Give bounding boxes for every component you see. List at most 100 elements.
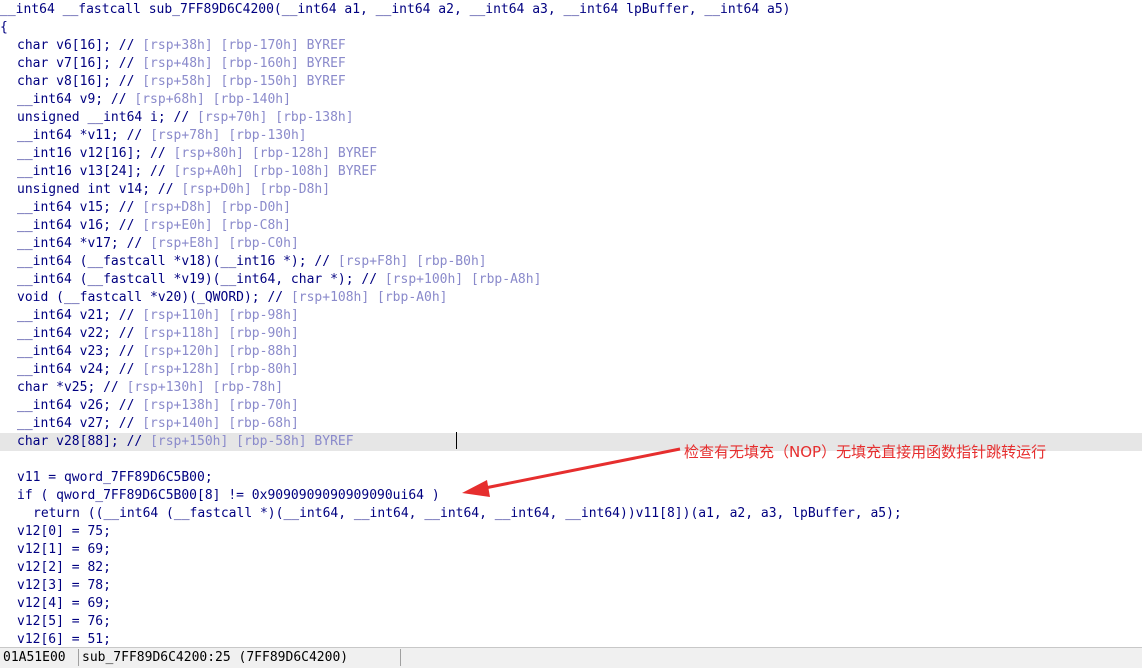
code-comment: [rsp+70h] [rbp-138h] xyxy=(197,110,354,125)
code-text: __int64 v9; // xyxy=(17,92,135,107)
code-text: char v7[16]; // xyxy=(17,56,143,71)
code-comment: [rsp+F8h] [rbp-B0h] xyxy=(337,254,487,269)
code-line[interactable]: v12[3] = 78; xyxy=(0,577,1142,595)
code-text: v12[1] = 69; xyxy=(17,542,111,557)
code-line[interactable]: __int64 (__fastcall *v19)(__int64, char … xyxy=(0,271,1142,289)
code-text: v12[6] = 51; xyxy=(17,632,111,647)
code-comment: [rsp+80h] [rbp-128h] BYREF xyxy=(173,146,378,161)
code-line[interactable]: v12[5] = 76; xyxy=(0,613,1142,631)
code-text: char *v25; // xyxy=(17,380,127,395)
code-text: __int16 v13[24]; // xyxy=(17,164,174,179)
code-text: return ((__int64 (__fastcall *)(__int64,… xyxy=(33,506,902,521)
code-line[interactable]: __int64 v27; // [rsp+140h] [rbp-68h] xyxy=(0,415,1142,433)
code-comment: [rsp+68h] [rbp-140h] xyxy=(134,92,291,107)
code-line[interactable]: __int64 v24; // [rsp+128h] [rbp-80h] xyxy=(0,361,1142,379)
status-bar: 01A51E00 sub_7FF89D6C4200:25 (7FF89D6C42… xyxy=(0,647,1142,668)
code-text: __int64 __fastcall sub_7FF89D6C4200(__in… xyxy=(0,2,791,17)
code-line[interactable]: v12[1] = 69; xyxy=(0,541,1142,559)
code-line[interactable]: char v6[16]; // [rsp+38h] [rbp-170h] BYR… xyxy=(0,37,1142,55)
code-comment: [rsp+D0h] [rbp-D8h] xyxy=(181,182,331,197)
pseudocode-view[interactable]: __int64 __fastcall sub_7FF89D6C4200(__in… xyxy=(0,0,1142,647)
code-line[interactable]: __int64 v23; // [rsp+120h] [rbp-88h] xyxy=(0,343,1142,361)
code-comment: [rsp+78h] [rbp-130h] xyxy=(150,128,307,143)
status-separator xyxy=(78,649,79,666)
code-text: __int64 (__fastcall *v18)(__int16 *); // xyxy=(17,254,338,269)
code-comment: [rsp+A0h] [rbp-108h] BYREF xyxy=(173,164,378,179)
code-line[interactable]: v12[2] = 82; xyxy=(0,559,1142,577)
code-line[interactable]: __int64 __fastcall sub_7FF89D6C4200(__in… xyxy=(0,1,1142,19)
code-text: void (__fastcall *v20)(_QWORD); // xyxy=(17,290,291,305)
code-comment: [rsp+100h] [rbp-A8h] xyxy=(384,272,542,287)
code-line[interactable]: char v7[16]; // [rsp+48h] [rbp-160h] BYR… xyxy=(0,55,1142,73)
code-comment: [rsp+D8h] [rbp-D0h] xyxy=(142,200,291,215)
code-text: char v6[16]; // xyxy=(17,38,143,53)
code-line[interactable]: __int64 *v11; // [rsp+78h] [rbp-130h] xyxy=(0,127,1142,145)
code-line[interactable]: __int64 v15; // [rsp+D8h] [rbp-D0h] xyxy=(0,199,1142,217)
code-text: { xyxy=(0,20,8,35)
code-line[interactable]: v11 = qword_7FF89D6C5B00; xyxy=(0,469,1142,487)
code-text: char v8[16]; // xyxy=(17,74,143,89)
code-line[interactable]: __int64 v22; // [rsp+118h] [rbp-90h] xyxy=(0,325,1142,343)
code-text: __int64 v26; // xyxy=(17,398,143,413)
code-line[interactable]: __int64 v21; // [rsp+110h] [rbp-98h] xyxy=(0,307,1142,325)
code-line[interactable]: __int64 *v17; // [rsp+E8h] [rbp-C0h] xyxy=(0,235,1142,253)
code-text: unsigned int v14; // xyxy=(17,182,182,197)
code-line[interactable]: if ( qword_7FF89D6C5B00[8] != 0x90909090… xyxy=(0,487,1142,505)
code-comment: [rsp+120h] [rbp-88h] xyxy=(142,344,299,359)
code-text: v12[4] = 69; xyxy=(17,596,111,611)
code-line[interactable]: v12[0] = 75; xyxy=(0,523,1142,541)
code-text: __int16 v12[16]; // xyxy=(17,146,174,161)
code-text: unsigned __int64 i; // xyxy=(17,110,198,125)
text-cursor xyxy=(456,432,457,449)
code-comment: [rsp+E0h] [rbp-C8h] xyxy=(142,218,291,233)
code-line[interactable]: __int64 (__fastcall *v18)(__int16 *); //… xyxy=(0,253,1142,271)
code-comment: [rsp+140h] [rbp-68h] xyxy=(142,416,299,431)
status-location: sub_7FF89D6C4200:25 (7FF89D6C4200) xyxy=(82,650,349,665)
code-line[interactable]: __int16 v13[24]; // [rsp+A0h] [rbp-108h]… xyxy=(0,163,1142,181)
code-text: v12[5] = 76; xyxy=(17,614,111,629)
code-text: v12[0] = 75; xyxy=(17,524,111,539)
code-line[interactable]: __int64 v26; // [rsp+138h] [rbp-70h] xyxy=(0,397,1142,415)
code-text: __int64 v15; // xyxy=(17,200,143,215)
code-comment: [rsp+130h] [rbp-78h] xyxy=(126,380,284,395)
code-text: v11 = qword_7FF89D6C5B00; xyxy=(17,470,213,485)
code-text: __int64 v24; // xyxy=(17,362,143,377)
code-comment: [rsp+E8h] [rbp-C0h] xyxy=(150,236,299,251)
code-comment: [rsp+58h] [rbp-150h] BYREF xyxy=(142,74,346,89)
code-line[interactable]: __int16 v12[16]; // [rsp+80h] [rbp-128h]… xyxy=(0,145,1142,163)
code-line[interactable]: { xyxy=(0,19,1142,37)
code-comment: [rsp+118h] [rbp-90h] xyxy=(142,326,299,341)
code-line[interactable]: unsigned int v14; // [rsp+D0h] [rbp-D8h] xyxy=(0,181,1142,199)
code-text: __int64 *v11; // xyxy=(17,128,151,143)
code-line[interactable]: char *v25; // [rsp+130h] [rbp-78h] xyxy=(0,379,1142,397)
code-line[interactable]: return ((__int64 (__fastcall *)(__int64,… xyxy=(0,505,1142,523)
code-line[interactable]: unsigned __int64 i; // [rsp+70h] [rbp-13… xyxy=(0,109,1142,127)
annotation-note: 检查有无填充（NOP）无填充直接用函数指针跳转运行 xyxy=(684,443,1047,461)
code-text: __int64 v16; // xyxy=(17,218,143,233)
code-line[interactable]: char v8[16]; // [rsp+58h] [rbp-150h] BYR… xyxy=(0,73,1142,91)
code-text: if ( qword_7FF89D6C5B00[8] != 0x90909090… xyxy=(17,488,440,503)
status-separator xyxy=(400,649,401,666)
code-line[interactable]: void (__fastcall *v20)(_QWORD); // [rsp+… xyxy=(0,289,1142,307)
status-address: 01A51E00 xyxy=(3,650,66,665)
code-line[interactable]: v12[6] = 51; xyxy=(0,631,1142,647)
code-text: v12[3] = 78; xyxy=(17,578,111,593)
code-line[interactable]: v12[4] = 69; xyxy=(0,595,1142,613)
code-text: v12[2] = 82; xyxy=(17,560,111,575)
code-text: __int64 (__fastcall *v19)(__int64, char … xyxy=(17,272,385,287)
code-line[interactable]: __int64 v9; // [rsp+68h] [rbp-140h] xyxy=(0,91,1142,109)
code-comment: [rsp+138h] [rbp-70h] xyxy=(142,398,299,413)
code-comment: [rsp+108h] [rbp-A0h] xyxy=(290,290,448,305)
code-comment: [rsp+48h] [rbp-160h] BYREF xyxy=(142,56,346,71)
code-comment: [rsp+110h] [rbp-98h] xyxy=(142,308,299,323)
code-text: __int64 *v17; // xyxy=(17,236,151,251)
code-text: __int64 v22; // xyxy=(17,326,143,341)
code-comment: [rsp+38h] [rbp-170h] BYREF xyxy=(142,38,346,53)
code-text: char v28[88]; // xyxy=(17,434,151,449)
code-comment: [rsp+150h] [rbp-58h] BYREF xyxy=(150,434,354,449)
code-text: __int64 v21; // xyxy=(17,308,143,323)
code-text: __int64 v23; // xyxy=(17,344,143,359)
code-line[interactable]: __int64 v16; // [rsp+E0h] [rbp-C8h] xyxy=(0,217,1142,235)
code-text: __int64 v27; // xyxy=(17,416,143,431)
code-comment: [rsp+128h] [rbp-80h] xyxy=(142,362,299,377)
